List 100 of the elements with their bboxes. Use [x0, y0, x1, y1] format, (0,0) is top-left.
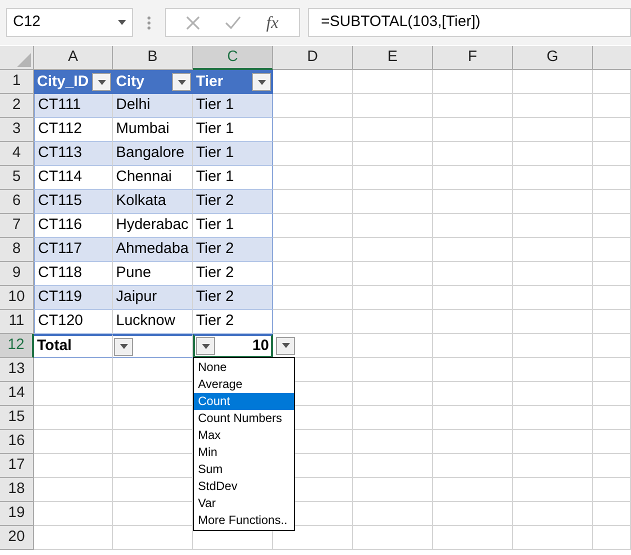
- cancel-icon[interactable]: [186, 16, 200, 30]
- filter-dropdown-button[interactable]: [172, 73, 191, 91]
- menu-item[interactable]: Var: [194, 495, 294, 512]
- column-header[interactable]: F: [433, 46, 513, 70]
- empty-cell[interactable]: [593, 262, 631, 286]
- row-header[interactable]: 17: [0, 454, 34, 478]
- empty-cell[interactable]: [353, 142, 433, 166]
- row-header[interactable]: 9: [0, 262, 34, 286]
- filter-dropdown-button[interactable]: [92, 73, 111, 91]
- row-header[interactable]: 4: [0, 142, 34, 166]
- empty-cell[interactable]: [593, 238, 631, 262]
- filter-dropdown-button[interactable]: [252, 73, 271, 91]
- empty-cell[interactable]: [433, 478, 513, 502]
- row-header[interactable]: 16: [0, 430, 34, 454]
- empty-cell[interactable]: [593, 502, 631, 526]
- empty-cell[interactable]: [433, 526, 513, 550]
- dots-handle-icon[interactable]: [147, 16, 151, 30]
- row-header[interactable]: 12: [0, 334, 34, 358]
- empty-cell[interactable]: [113, 526, 193, 550]
- empty-cell[interactable]: [353, 430, 433, 454]
- menu-item[interactable]: Count Numbers: [194, 410, 294, 427]
- empty-cell[interactable]: [513, 262, 593, 286]
- empty-cell[interactable]: [593, 286, 631, 310]
- row-header[interactable]: 5: [0, 166, 34, 190]
- empty-cell[interactable]: [513, 70, 593, 94]
- row-header[interactable]: 8: [0, 238, 34, 262]
- empty-cell[interactable]: [513, 334, 593, 358]
- column-header[interactable]: A: [34, 46, 113, 70]
- empty-cell[interactable]: [353, 286, 433, 310]
- empty-cell[interactable]: [513, 94, 593, 118]
- empty-cell[interactable]: [513, 286, 593, 310]
- empty-cell[interactable]: [433, 502, 513, 526]
- empty-cell[interactable]: [593, 118, 631, 142]
- empty-cell[interactable]: [593, 382, 631, 406]
- empty-cell[interactable]: [353, 238, 433, 262]
- empty-cell[interactable]: [593, 70, 631, 94]
- empty-cell[interactable]: [593, 94, 631, 118]
- row-header[interactable]: 18: [0, 478, 34, 502]
- empty-cell[interactable]: [513, 454, 593, 478]
- menu-item[interactable]: None: [194, 359, 294, 376]
- empty-cell[interactable]: [353, 166, 433, 190]
- empty-cell[interactable]: [353, 190, 433, 214]
- empty-cell[interactable]: [433, 382, 513, 406]
- empty-cell[interactable]: [433, 238, 513, 262]
- empty-cell[interactable]: [433, 118, 513, 142]
- empty-cell[interactable]: [593, 310, 631, 334]
- empty-cell[interactable]: [513, 118, 593, 142]
- empty-cell[interactable]: [433, 190, 513, 214]
- empty-cell[interactable]: [433, 406, 513, 430]
- column-header[interactable]: [593, 46, 631, 70]
- row-header[interactable]: 10: [0, 286, 34, 310]
- row-header[interactable]: 15: [0, 406, 34, 430]
- row-header[interactable]: 20: [0, 526, 34, 550]
- menu-item[interactable]: Count: [194, 393, 294, 410]
- empty-cell[interactable]: [513, 190, 593, 214]
- empty-cell[interactable]: [593, 454, 631, 478]
- empty-cell[interactable]: [513, 526, 593, 550]
- empty-cell[interactable]: [353, 262, 433, 286]
- empty-cell[interactable]: [353, 70, 433, 94]
- empty-cell[interactable]: [353, 502, 433, 526]
- empty-cell[interactable]: [353, 334, 433, 358]
- menu-item[interactable]: Average: [194, 376, 294, 393]
- filter-dropdown-button[interactable]: [276, 336, 295, 354]
- empty-cell[interactable]: [433, 286, 513, 310]
- filter-dropdown-button[interactable]: [196, 337, 215, 355]
- empty-cell[interactable]: [593, 214, 631, 238]
- empty-cell[interactable]: [513, 382, 593, 406]
- select-all-corner[interactable]: [0, 46, 34, 70]
- column-header[interactable]: C: [193, 46, 273, 70]
- filter-dropdown-button[interactable]: [114, 338, 133, 356]
- menu-item[interactable]: Sum: [194, 461, 294, 478]
- empty-cell[interactable]: [433, 334, 513, 358]
- empty-cell[interactable]: [433, 70, 513, 94]
- column-header[interactable]: G: [513, 46, 593, 70]
- empty-cell[interactable]: [353, 310, 433, 334]
- column-header[interactable]: D: [273, 46, 353, 70]
- row-header[interactable]: 6: [0, 190, 34, 214]
- row-header[interactable]: 1: [0, 70, 34, 94]
- row-header[interactable]: 19: [0, 502, 34, 526]
- row-header[interactable]: 2: [0, 94, 34, 118]
- column-header[interactable]: B: [113, 46, 193, 70]
- empty-cell[interactable]: [513, 430, 593, 454]
- empty-cell[interactable]: [433, 358, 513, 382]
- empty-cell[interactable]: [513, 142, 593, 166]
- empty-cell[interactable]: [593, 334, 631, 358]
- row-header[interactable]: 13: [0, 358, 34, 382]
- row-header[interactable]: 11: [0, 310, 34, 334]
- empty-cell[interactable]: [593, 190, 631, 214]
- empty-cell[interactable]: [593, 358, 631, 382]
- empty-cell[interactable]: [593, 430, 631, 454]
- row-header[interactable]: 7: [0, 214, 34, 238]
- insert-function-button[interactable]: fx: [266, 10, 279, 36]
- empty-cell[interactable]: [353, 478, 433, 502]
- empty-cell[interactable]: [513, 166, 593, 190]
- empty-cell[interactable]: [513, 310, 593, 334]
- empty-cell[interactable]: [353, 358, 433, 382]
- menu-item[interactable]: Min: [194, 444, 294, 461]
- formula-field[interactable]: =SUBTOTAL(103,[Tier]): [308, 8, 631, 37]
- empty-cell[interactable]: [513, 478, 593, 502]
- empty-cell[interactable]: [433, 166, 513, 190]
